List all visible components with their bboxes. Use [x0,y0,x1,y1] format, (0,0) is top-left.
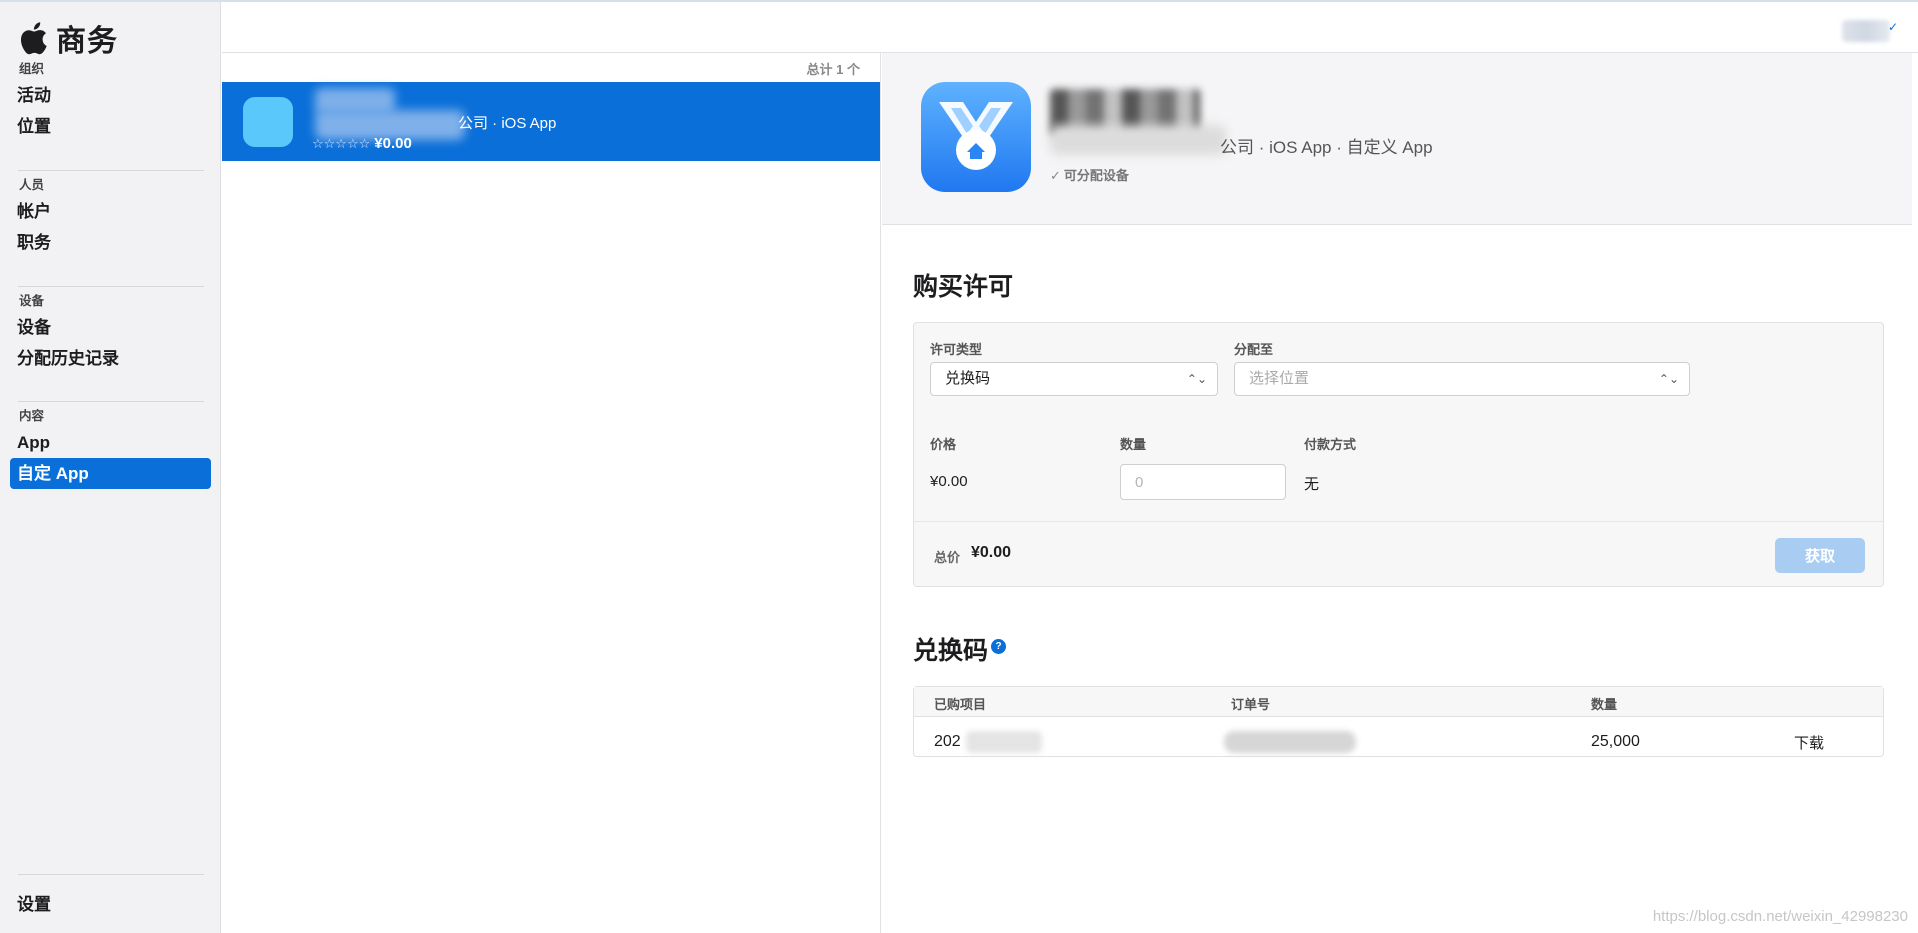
watermark: https://blog.csdn.net/weixin_42998230 [1652,908,1908,925]
rating-stars-icon: ☆☆☆☆☆ [312,136,371,151]
assign-to-label: 分配至 [1234,342,1274,357]
sidebar-item-assignment-history[interactable]: 分配历史记录 [10,343,211,374]
assignable-text: 可分配设备 [1063,168,1129,183]
sidebar-divider [18,286,204,287]
app-icon [243,97,293,147]
medal-app-icon [921,82,1031,192]
card-divider [914,521,1883,522]
sidebar-item-devices[interactable]: 设备 [10,312,211,343]
total-label: 总价 [934,550,961,565]
help-icon[interactable]: ? [991,639,1006,654]
column-header-order-number: 订单号 [1231,697,1271,712]
sidebar-item-roles[interactable]: 职务 [10,227,211,258]
chevron-updown-icon: ⌃⌄ [1186,372,1207,386]
chevron-down-icon[interactable]: ✓ [1888,20,1898,34]
license-type-label: 许可类型 [930,342,983,357]
assignable-devices-label: ✓ 可分配设备 [1050,165,1129,184]
sidebar-item-activity[interactable]: 活动 [10,80,211,111]
sidebar-item-apps[interactable]: App [10,427,211,458]
app-detail-subtitle: 公司 · iOS App · 自定义 App [1220,138,1433,157]
list-item-meta: ☆☆☆☆☆ ¥0.00 [312,135,412,152]
quantity-cell: 25,000 [1591,733,1640,750]
chevron-updown-icon: ⌃⌄ [1658,372,1679,386]
payment-method-label: 付款方式 [1304,437,1357,452]
get-button[interactable]: 获取 [1775,538,1865,573]
license-type-value: 兑换码 [945,370,991,387]
download-link[interactable]: 下载 [1794,732,1824,753]
redemption-codes-table: 已购项目 订单号 数量 202 25,000 下载 [913,686,1884,757]
redacted-order-number [1224,731,1356,753]
app-detail-pane: 公司 · iOS App · 自定义 App ✓ 可分配设备 购买许可 许可类型 … [882,53,1918,933]
price-label: 价格 [930,437,957,452]
purchase-licenses-title: 购买许可 [913,273,1014,301]
list-item-subtitle: 公司 · iOS App [458,115,557,132]
sidebar-divider [18,401,204,402]
quantity-label: 数量 [1120,437,1147,452]
sidebar-group-header: 内容 [19,409,45,423]
license-type-select[interactable]: 兑换码 ⌃⌄ [930,362,1218,396]
brand[interactable]: 商务 [18,16,118,60]
list-count: 总计 1 个 [806,62,860,77]
quantity-input[interactable] [1120,464,1286,500]
column-header-purchased-item: 已购项目 [934,697,987,712]
sidebar-divider [18,874,204,875]
location-placeholder: 选择位置 [1249,370,1310,387]
redacted-developer-name [1050,125,1226,155]
sidebar-group-header: 人员 [19,178,45,192]
total-value: ¥0.00 [971,544,1012,561]
price-value: ¥0.00 [930,473,968,490]
sidebar-item-locations[interactable]: 位置 [10,111,211,142]
account-menu[interactable] [1842,20,1890,42]
sidebar-divider [18,170,204,171]
sidebar: 商务 组织 活动 位置 人员 帐户 职务 设备 设备 分配历史记录 内容 App… [0,2,221,933]
brand-title: 商务 [56,25,118,58]
location-select[interactable]: 选择位置 ⌃⌄ [1234,362,1690,396]
sidebar-item-accounts[interactable]: 帐户 [10,196,211,227]
purchase-form: 许可类型 兑换码 ⌃⌄ 分配至 选择位置 ⌃⌄ 价格 ¥0.00 数量 付款方式… [913,322,1884,587]
sidebar-item-settings[interactable]: 设置 [10,889,211,920]
sidebar-item-custom-apps[interactable]: 自定 App [10,458,211,489]
top-bar: ✓ [222,2,1918,53]
apple-logo-icon [20,22,47,55]
sidebar-group-header: 设备 [19,294,45,308]
sidebar-group-devices: 设备 设备 分配历史记录 [0,290,221,374]
column-header-quantity: 数量 [1591,697,1618,712]
app-list-pane: 总计 1 个 公司 · iOS App ☆☆☆☆☆ ¥0.00 [222,53,881,933]
checkmark-icon: ✓ [1050,168,1061,183]
sidebar-group-header: 组织 [19,62,45,76]
list-item[interactable]: 公司 · iOS App ☆☆☆☆☆ ¥0.00 [222,82,880,161]
sidebar-group-content: 内容 App 自定 App [0,405,221,489]
redemption-codes-title: 兑换码 [913,637,989,665]
table-header: 已购项目 订单号 数量 [914,687,1883,717]
list-item-price: ¥0.00 [374,135,412,152]
sidebar-group-people: 人员 帐户 职务 [0,174,221,258]
app-detail-header: 公司 · iOS App · 自定义 App ✓ 可分配设备 [882,53,1912,225]
purchased-item-cell: 202 [934,733,961,750]
payment-method-value: 无 [1304,476,1320,493]
redacted-item [966,731,1042,753]
sidebar-group-organization: 组织 活动 位置 [0,58,221,142]
